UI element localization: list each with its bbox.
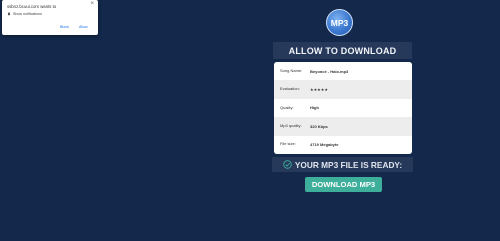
block-button[interactable]: Block (60, 25, 69, 29)
file-ready-banner: YOUR MP3 FILE IS READY: (272, 157, 413, 172)
row-label: Quality: (280, 104, 294, 110)
bell-icon (7, 12, 11, 16)
notification-message: Show notifications (13, 12, 42, 16)
ready-text: YOUR MP3 FILE IS READY: (294, 159, 403, 170)
row-value: 320 Kbps (310, 123, 328, 129)
page-title: ALLOW TO DOWNLOAD (273, 42, 412, 59)
table-row-file-size: File size: 4719 Megabyte (274, 135, 412, 154)
check-circle-icon (283, 160, 292, 169)
notification-request-row: Show notifications (7, 12, 42, 16)
row-label: File size: (280, 141, 296, 147)
row-value: High (310, 105, 319, 111)
row-label: Song Name: (280, 67, 303, 73)
notification-permission-popup: ssbnz.bcuui.com wants to × Show notifica… (2, 0, 98, 35)
mp3-logo: MP3 (326, 9, 353, 36)
close-icon[interactable]: × (90, 1, 94, 7)
download-mp3-button[interactable]: DOWNLOAD MP3 (305, 177, 382, 192)
mp3-logo-badge: MP3 (326, 9, 353, 36)
allow-button[interactable]: Allow (79, 25, 88, 29)
notification-site-title: ssbnz.bcuui.com wants to (7, 4, 57, 9)
row-label: Mp3 quality: (280, 123, 302, 129)
table-row-quality: Quality: High (274, 98, 412, 118)
table-row-mp3-quality: Mp3 quality: 320 Kbps (274, 117, 412, 136)
table-row-song-name: Song Name: Beyoncé - Halo.mp3 (274, 62, 412, 81)
row-value: 4719 Megabyte (310, 142, 339, 148)
rating-stars: ★★★★★ (310, 87, 328, 93)
table-row-evaluation: Evaluation: ★★★★★ (274, 80, 412, 99)
row-label: Evaluation: (280, 86, 300, 92)
file-info-table: Song Name: Beyoncé - Halo.mp3 Evaluation… (274, 62, 412, 154)
mp3-logo-text: MP3 (330, 17, 349, 28)
row-value: Beyoncé - Halo.mp3 (310, 68, 349, 74)
